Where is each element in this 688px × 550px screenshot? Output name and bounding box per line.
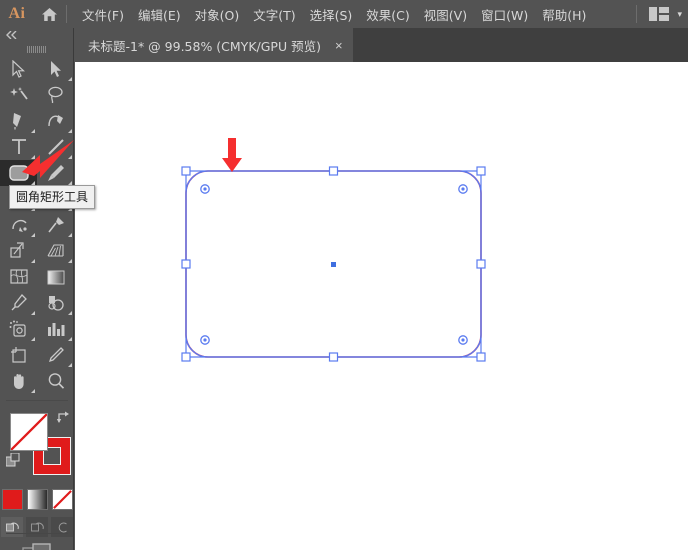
tools-panel bbox=[0, 28, 74, 550]
handle-top-right bbox=[476, 166, 486, 176]
fill-swatch[interactable] bbox=[10, 413, 48, 451]
canvas-svg bbox=[181, 166, 486, 362]
tool-rounded-rectangle[interactable] bbox=[0, 160, 37, 186]
tool-direct-selection[interactable] bbox=[37, 56, 74, 82]
screen-mode-button[interactable] bbox=[0, 533, 74, 550]
tool-selection[interactable] bbox=[0, 56, 37, 82]
app-logo: Ai bbox=[8, 5, 26, 22]
center-anchor-point bbox=[331, 262, 336, 267]
menu-item-effect[interactable]: 效果(C) bbox=[359, 1, 416, 28]
tool-rotate[interactable] bbox=[0, 212, 37, 238]
flyout-indicator bbox=[31, 259, 35, 263]
menu-item-window[interactable]: 窗口(W) bbox=[474, 1, 535, 28]
workspace-layout-icon[interactable] bbox=[649, 7, 670, 21]
chevron-down-icon[interactable]: ▾ bbox=[677, 9, 682, 20]
color-controls bbox=[0, 400, 74, 537]
toolbar-divider-bottom bbox=[6, 533, 68, 534]
flyout-indicator bbox=[68, 155, 72, 159]
flyout-indicator bbox=[68, 259, 72, 263]
tool-magic-wand[interactable] bbox=[0, 82, 37, 108]
menu-item-help[interactable]: 帮助(H) bbox=[535, 1, 593, 28]
menu-item-select[interactable]: 选择(S) bbox=[303, 1, 360, 28]
corner-widget-top-left bbox=[200, 184, 210, 194]
flyout-indicator bbox=[68, 363, 72, 367]
tool-mesh[interactable] bbox=[0, 264, 37, 290]
tool-width[interactable] bbox=[37, 212, 74, 238]
flyout-indicator bbox=[68, 311, 72, 315]
document-tab-bar: 未标题-1* @ 99.58% (CMYK/GPU 预览) × bbox=[74, 28, 688, 62]
tool-slice[interactable] bbox=[37, 342, 74, 368]
handle-top-center bbox=[328, 166, 339, 176]
flyout-indicator bbox=[68, 77, 72, 81]
double-chevron-left-icon[interactable] bbox=[0, 28, 73, 42]
menu-item-file[interactable]: 文件(F) bbox=[75, 1, 131, 28]
tool-perspective-grid[interactable] bbox=[37, 238, 74, 264]
document-tab[interactable]: 未标题-1* @ 99.58% (CMYK/GPU 预览) × bbox=[74, 28, 353, 62]
color-mode-row bbox=[0, 489, 74, 510]
flyout-indicator bbox=[31, 311, 35, 315]
tool-lasso[interactable] bbox=[37, 82, 74, 108]
menu-item-type[interactable]: 文字(T) bbox=[246, 1, 302, 28]
tool-curvature[interactable] bbox=[37, 108, 74, 134]
tool-line-segment[interactable] bbox=[37, 134, 74, 160]
swap-fill-stroke-icon[interactable] bbox=[56, 411, 70, 429]
flyout-indicator bbox=[31, 129, 35, 133]
tool-tooltip: 圆角矩形工具 bbox=[9, 185, 96, 209]
corner-widget-bottom-left bbox=[200, 335, 210, 345]
handle-bottom-left bbox=[181, 352, 191, 362]
handle-bottom-right bbox=[476, 352, 486, 362]
flyout-indicator bbox=[31, 389, 35, 393]
tool-artboard[interactable] bbox=[0, 342, 37, 368]
default-fill-stroke-icon[interactable] bbox=[5, 452, 20, 472]
menu-item-list: 文件(F) 编辑(E) 对象(O) 文字(T) 选择(S) 效果(C) 视图(V… bbox=[75, 1, 593, 28]
tool-symbol-sprayer[interactable] bbox=[0, 316, 37, 342]
none-slash-icon bbox=[11, 414, 47, 450]
artboard-canvas[interactable] bbox=[75, 62, 688, 550]
close-icon[interactable]: × bbox=[335, 39, 343, 52]
corner-widget-bottom-right bbox=[458, 335, 468, 345]
menu-separator bbox=[66, 5, 67, 23]
tool-gradient[interactable] bbox=[37, 264, 74, 290]
gradient-mode-button[interactable] bbox=[26, 489, 48, 510]
flyout-indicator bbox=[68, 337, 72, 341]
document-tab-title: 未标题-1* @ 99.58% (CMYK/GPU 预览) bbox=[88, 38, 321, 54]
workspace-separator bbox=[636, 5, 638, 23]
drag-grip-handle[interactable] bbox=[0, 42, 73, 54]
menu-item-edit[interactable]: 编辑(E) bbox=[131, 1, 188, 28]
flyout-indicator bbox=[68, 233, 72, 237]
handle-bottom-center bbox=[328, 352, 339, 362]
flyout-indicator bbox=[31, 337, 35, 341]
handle-middle-right bbox=[476, 259, 486, 269]
home-icon[interactable] bbox=[34, 0, 64, 28]
flyout-indicator bbox=[68, 129, 72, 133]
tool-hand[interactable] bbox=[0, 368, 37, 394]
tool-free-transform[interactable] bbox=[0, 238, 37, 264]
toolbar-divider bbox=[6, 400, 68, 401]
tool-blend[interactable] bbox=[37, 290, 74, 316]
handle-top-left bbox=[181, 166, 191, 176]
tool-paintbrush[interactable] bbox=[37, 160, 74, 186]
flyout-indicator bbox=[31, 233, 35, 237]
none-slash-icon bbox=[52, 490, 72, 509]
menu-item-object[interactable]: 对象(O) bbox=[188, 1, 247, 28]
flyout-indicator bbox=[31, 155, 35, 159]
menu-bar: Ai 文件(F) 编辑(E) 对象(O) 文字(T) 选择(S) 效果(C) 视… bbox=[0, 0, 688, 28]
color-mode-button[interactable] bbox=[1, 489, 23, 510]
tool-pen[interactable] bbox=[0, 108, 37, 134]
illustrator-window: Ai 文件(F) 编辑(E) 对象(O) 文字(T) 选择(S) 效果(C) 视… bbox=[0, 0, 688, 550]
fill-stroke-area bbox=[0, 409, 74, 485]
none-mode-button[interactable] bbox=[51, 489, 73, 510]
tool-type[interactable] bbox=[0, 134, 37, 160]
workspace-switcher[interactable]: ▾ bbox=[636, 0, 682, 28]
tool-zoom[interactable] bbox=[37, 368, 74, 394]
handle-middle-left bbox=[181, 259, 191, 269]
corner-widget-top-right bbox=[458, 184, 468, 194]
tool-eyedropper[interactable] bbox=[0, 290, 37, 316]
menu-item-view[interactable]: 视图(V) bbox=[417, 1, 474, 28]
tool-grid bbox=[0, 54, 74, 394]
tool-column-graph[interactable] bbox=[37, 316, 74, 342]
